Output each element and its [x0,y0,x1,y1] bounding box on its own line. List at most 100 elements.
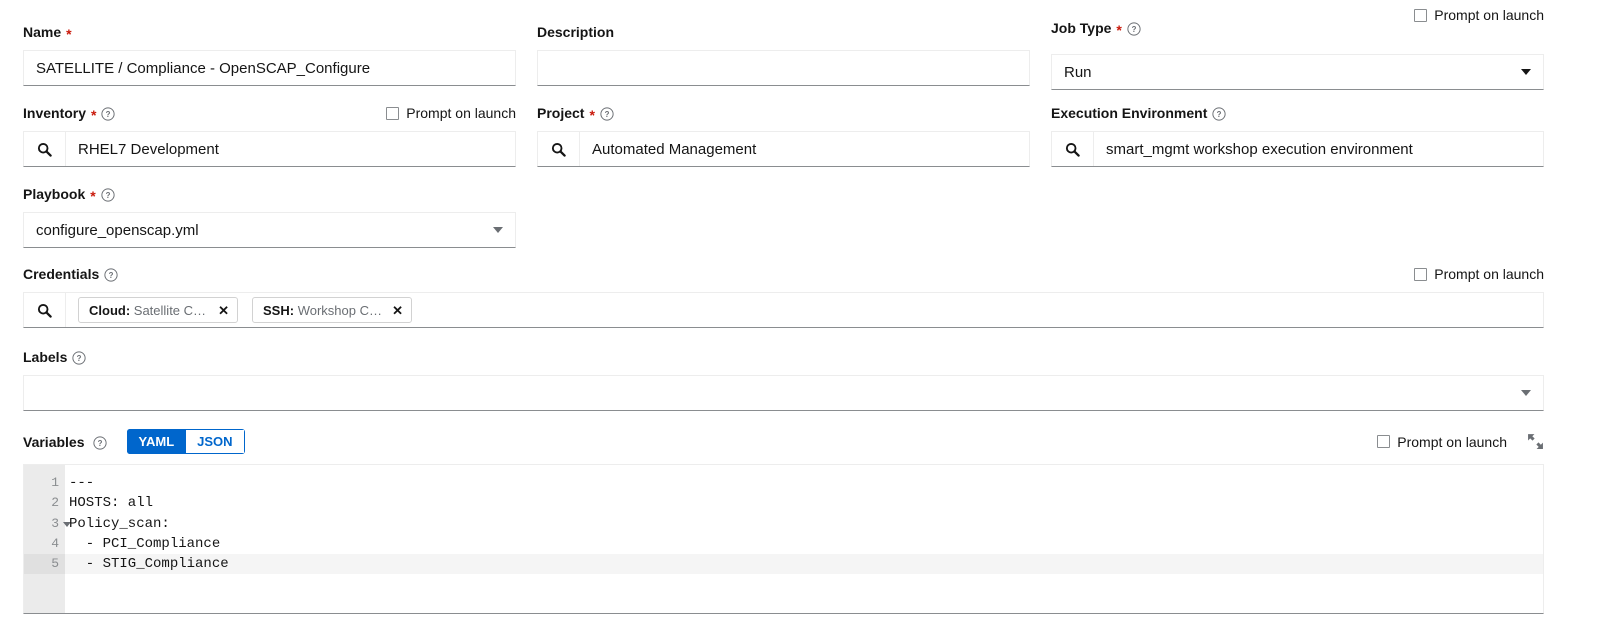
chevron-down-icon [493,227,503,233]
credentials-chip-group: Cloud: Satellite Crede... ✕ SSH: Worksho… [66,293,1543,327]
job-type-label: Job Type * ? [1051,20,1141,38]
variables-prompt-on-launch-checkbox[interactable]: Prompt on launch [1377,434,1507,450]
job-type-prompt-on-launch-checkbox[interactable]: Prompt on launch [1414,7,1544,23]
inventory-label: Inventory * ? [23,105,116,123]
execution-environment-value: smart_mgmt workshop execution environmen… [1094,132,1543,166]
variables-label: Variables ? YAML JSON [23,429,245,454]
svg-text:?: ? [105,191,110,200]
svg-text:?: ? [1217,110,1222,119]
help-icon[interactable]: ? [92,435,107,450]
code-line: HOSTS: all [69,495,154,512]
credential-chip[interactable]: Cloud: Satellite Crede... ✕ [78,297,238,323]
search-icon[interactable] [1052,132,1094,166]
required-asterisk: * [66,26,72,42]
name-input-value: SATELLITE / Compliance - OpenSCAP_Config… [36,59,371,77]
job-type-selected-value: Run [1064,63,1092,81]
variables-format-toggle: YAML JSON [126,429,245,454]
close-icon[interactable]: ✕ [218,304,229,317]
playbook-field-group: Playbook * ? configure_openscap.yml [23,186,516,248]
job-type-field-group: Job Type * ? Prompt on launch Run [1051,7,1544,90]
variables-code-editor[interactable]: 1 2 3 4 5 --- HOSTS: all Policy_scan: - … [23,464,1544,614]
code-line: --- [69,475,95,491]
execution-environment-field-group: Execution Environment ? smart_mgmt works… [1051,105,1544,167]
code-line: - STIG_Compliance [65,554,1543,575]
chevron-down-icon [1521,390,1531,396]
credentials-label: Credentials ? [23,266,118,282]
execution-environment-lookup[interactable]: smart_mgmt workshop execution environmen… [1051,131,1544,167]
required-asterisk: * [589,107,595,123]
credential-chip[interactable]: SSH: Workshop Cred... ✕ [252,297,412,323]
help-icon[interactable]: ? [1127,22,1141,36]
inventory-label-text: Inventory [23,105,87,121]
project-label: Project * ? [537,105,1030,123]
search-icon[interactable] [24,293,66,327]
credentials-field-group: Credentials ? Prompt on launch Cloud: Sa… [23,266,1544,328]
inventory-prompt-on-launch-checkbox[interactable]: Prompt on launch [386,105,516,121]
job-type-label-text: Job Type [1051,20,1112,36]
execution-environment-label-text: Execution Environment [1051,105,1208,121]
expand-icon[interactable] [1527,433,1544,450]
toggle-yaml[interactable]: YAML [126,429,186,454]
name-label-text: Name [23,24,62,40]
required-asterisk: * [1116,22,1122,38]
playbook-label-text: Playbook [23,186,86,202]
chevron-down-icon [1521,69,1531,75]
help-icon[interactable]: ? [1212,107,1226,121]
prompt-on-launch-label: Prompt on launch [1434,266,1544,282]
prompt-on-launch-label: Prompt on launch [1397,433,1507,450]
editor-line-numbers: 1 2 3 4 5 [24,465,71,613]
code-line: Policy_scan: [69,515,170,532]
variables-label-text: Variables [23,433,85,450]
inventory-value: RHEL7 Development [66,132,515,166]
toggle-json[interactable]: JSON [185,429,245,454]
required-asterisk: * [91,107,97,123]
credential-chip-text: Cloud: Satellite Crede... [89,303,208,318]
credentials-prompt-on-launch-checkbox[interactable]: Prompt on launch [1414,266,1544,282]
svg-text:?: ? [605,110,610,119]
line-number: 5 [24,554,65,575]
project-value: Automated Management [580,132,1029,166]
credentials-lookup[interactable]: Cloud: Satellite Crede... ✕ SSH: Worksho… [23,292,1544,328]
credential-chip-text: SSH: Workshop Cred... [263,303,382,318]
help-icon[interactable]: ? [104,268,118,282]
help-icon[interactable]: ? [72,351,86,365]
project-label-text: Project [537,105,585,121]
credential-chip-type: SSH: [263,302,295,318]
search-icon[interactable] [24,132,66,166]
prompt-on-launch-label: Prompt on launch [406,105,516,121]
credential-chip-type: Cloud: [89,302,131,318]
svg-text:?: ? [77,354,82,363]
inventory-field-group: Inventory * ? Prompt on launch RHEL7 Dev… [23,105,516,167]
name-input[interactable]: SATELLITE / Compliance - OpenSCAP_Config… [23,50,516,86]
svg-text:?: ? [106,110,111,119]
job-type-select[interactable]: Run [1051,54,1544,90]
name-field-group: Name * SATELLITE / Compliance - OpenSCAP… [23,24,516,86]
help-icon[interactable]: ? [600,107,614,121]
execution-environment-label: Execution Environment ? [1051,105,1544,121]
inventory-lookup[interactable]: RHEL7 Development [23,131,516,167]
editor-content[interactable]: --- HOSTS: all Policy_scan: - PCI_Compli… [65,465,1543,613]
svg-text:?: ? [1131,25,1136,34]
playbook-select[interactable]: configure_openscap.yml [23,212,516,248]
description-input[interactable] [537,50,1030,86]
playbook-label: Playbook * ? [23,186,516,204]
search-icon[interactable] [538,132,580,166]
credential-chip-name: Satellite Crede... [133,302,208,318]
checkbox-box [1377,435,1391,448]
project-lookup[interactable]: Automated Management [537,131,1030,167]
code-line: - PCI_Compliance [69,535,221,552]
line-number: 3 [24,514,71,534]
help-icon[interactable]: ? [101,107,116,121]
required-asterisk: * [90,188,96,204]
execution-environment-value-text: smart_mgmt workshop execution environmen… [1106,140,1413,158]
labels-label-text: Labels [23,349,68,365]
close-icon[interactable]: ✕ [392,304,403,317]
svg-text:?: ? [109,271,114,280]
prompt-on-launch-label: Prompt on launch [1434,7,1544,23]
credentials-label-text: Credentials [23,266,100,282]
description-label: Description [537,24,1030,40]
labels-field-group: Labels ? [23,349,1544,411]
labels-select[interactable] [23,375,1544,411]
help-icon[interactable]: ? [101,188,115,202]
variables-field-group: Variables ? YAML JSON Prompt on launch [23,429,1544,454]
